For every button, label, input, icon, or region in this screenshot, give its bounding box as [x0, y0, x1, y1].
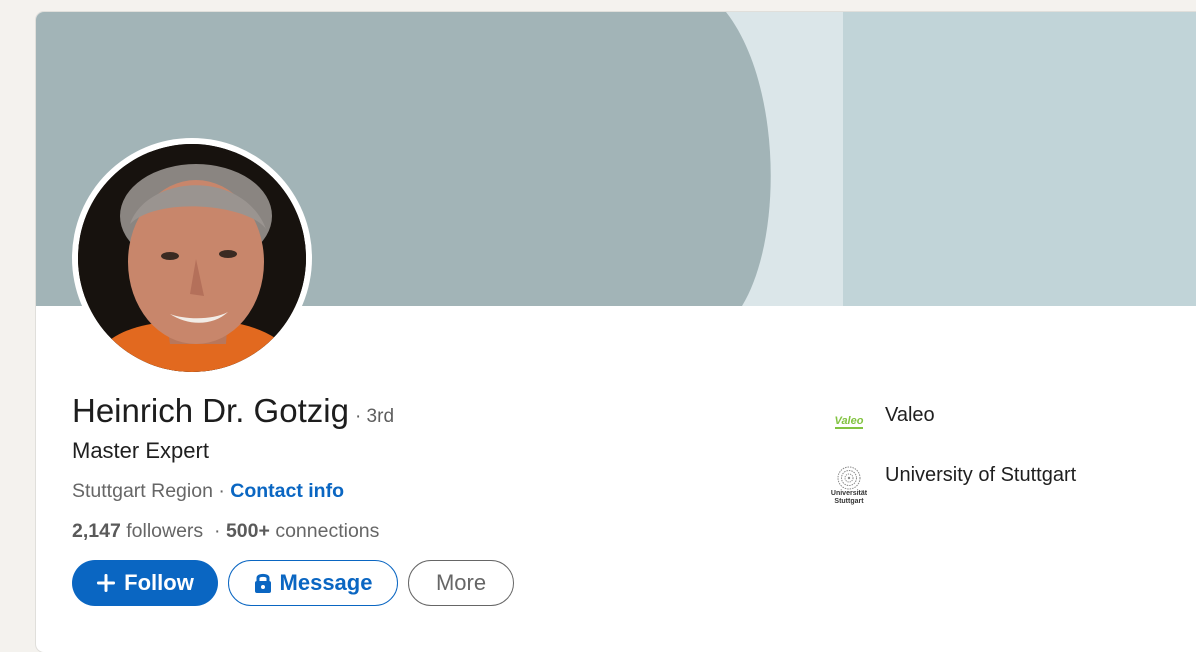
more-button[interactable]: More: [408, 560, 514, 606]
name-row: Heinrich Dr. Gotzig · 3rd: [72, 392, 394, 430]
connections-count[interactable]: 500+: [226, 520, 270, 542]
connections-separator: ·: [214, 520, 221, 542]
location-row: Stuttgart Region · Contact info: [72, 480, 344, 503]
university-stuttgart-logo: Universität Stuttgart: [826, 460, 872, 512]
org-name-university-stuttgart[interactable]: University of Stuttgart: [885, 464, 1076, 487]
more-button-label: More: [435, 570, 487, 595]
profile-card: Heinrich Dr. Gotzig · 3rd Master Expert S…: [36, 12, 1196, 652]
connection-degree: · 3rd: [354, 406, 395, 427]
profile-name: Heinrich Dr. Gotzig: [72, 392, 349, 429]
followers-label: followers: [126, 520, 204, 542]
connections-label[interactable]: connections: [275, 520, 379, 542]
valeo-logo: Valeo: [834, 414, 864, 429]
lock-icon: [254, 572, 272, 594]
profile-actions: Follow Message More: [72, 560, 524, 608]
profile-photo[interactable]: [78, 144, 306, 372]
plus-icon: [96, 573, 116, 593]
org-name-valeo[interactable]: Valeo: [885, 404, 935, 427]
profile-photo-frame[interactable]: [72, 138, 312, 378]
follow-button[interactable]: Follow: [72, 560, 218, 606]
followers-count: 2,147: [72, 520, 121, 542]
location-separator: ·: [212, 480, 231, 502]
network-stats: 2,147 followers · 500+ connections: [72, 520, 379, 543]
profile-location: Stuttgart Region: [72, 480, 213, 502]
message-button-label: Message: [279, 570, 373, 595]
contact-info-link[interactable]: Contact info: [230, 480, 344, 502]
message-button[interactable]: Message: [228, 560, 398, 606]
profile-headline: Master Expert: [72, 438, 209, 463]
follow-button-label: Follow: [124, 570, 194, 595]
